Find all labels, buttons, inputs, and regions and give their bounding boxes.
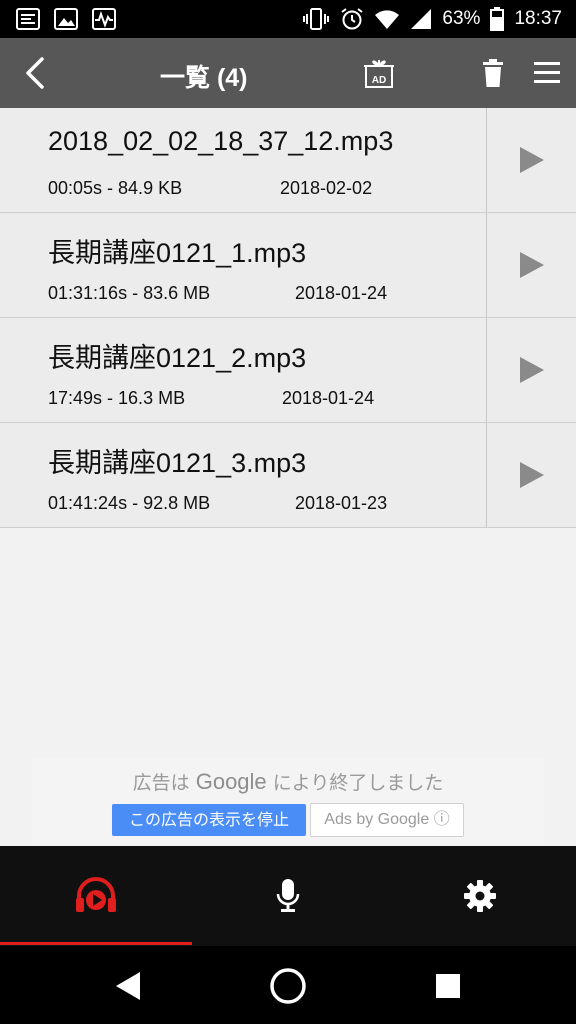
file-meta: 00:05s - 84.9 KB: [48, 178, 183, 198]
tab-settings[interactable]: [384, 846, 576, 946]
status-bar: 63% 18:37: [0, 0, 576, 38]
play-icon: [520, 147, 544, 173]
alarm-icon: [341, 8, 364, 30]
nav-recents-icon: [436, 974, 460, 998]
nav-back-icon: [116, 972, 140, 1000]
file-date: 2018-01-23: [295, 493, 388, 513]
play-button[interactable]: [488, 423, 576, 527]
tab-recorder[interactable]: [192, 846, 384, 946]
system-nav-bar: [0, 946, 576, 1024]
gear-icon: [464, 880, 496, 912]
play-icon: [520, 462, 544, 488]
list-item[interactable]: 長期講座0121_3.mp3 01:41:24s - 92.8 MB 2018-…: [0, 423, 576, 528]
file-name: 長期講座0121_3.mp3: [48, 448, 307, 478]
nav-back-button[interactable]: [106, 964, 150, 1008]
list-item-info[interactable]: 長期講座0121_2.mp3 17:49s - 16.3 MB 2018-01-…: [0, 318, 487, 422]
vibrate-icon: [303, 8, 330, 30]
gift-ad-icon[interactable]: AD: [362, 56, 396, 90]
active-tab-indicator: [0, 942, 192, 945]
trash-icon[interactable]: [480, 58, 506, 88]
list-item[interactable]: 2018_02_02_18_37_12.mp3 00:05s - 84.9 KB…: [0, 108, 576, 213]
activity-icon: [92, 8, 116, 30]
list-item-info[interactable]: 2018_02_02_18_37_12.mp3 00:05s - 84.9 KB…: [0, 108, 487, 212]
battery-percent: 63%: [442, 8, 481, 29]
file-name: 長期講座0121_1.mp3: [48, 238, 307, 268]
ad-closed-message: 広告は Google により終了しました: [32, 768, 544, 795]
play-icon: [520, 252, 544, 278]
file-date: 2018-01-24: [295, 283, 388, 303]
list-item[interactable]: 長期講座0121_1.mp3 01:31:16s - 83.6 MB 2018-…: [0, 213, 576, 318]
ad-banner: 広告は Google により終了しました この広告の表示を停止 Ads by G…: [32, 758, 544, 846]
ad-label: AD: [372, 75, 386, 86]
ad-suffix: により終了しました: [272, 772, 444, 794]
ads-by-google-button[interactable]: Ads by Google ⓘ: [310, 803, 464, 837]
file-meta: 17:49s - 16.3 MB: [48, 388, 186, 408]
google-logo-text: Google: [195, 769, 267, 794]
battery-icon: [490, 7, 505, 31]
image-icon: [54, 8, 78, 30]
bottom-tab-bar: [0, 846, 576, 946]
list-item[interactable]: 長期講座0121_2.mp3 17:49s - 16.3 MB 2018-01-…: [0, 318, 576, 423]
list-item-info[interactable]: 長期講座0121_3.mp3 01:41:24s - 92.8 MB 2018-…: [0, 423, 487, 527]
play-button[interactable]: [488, 213, 576, 317]
nav-recents-button[interactable]: [426, 964, 470, 1008]
file-date: 2018-01-24: [282, 388, 375, 408]
play-button[interactable]: [488, 108, 576, 212]
menu-icon[interactable]: [533, 60, 561, 86]
microphone-icon: [276, 879, 300, 912]
wifi-icon: [375, 10, 400, 29]
recording-list: 2018_02_02_18_37_12.mp3 00:05s - 84.9 KB…: [0, 108, 576, 528]
page-title: 一覧 (4): [160, 64, 248, 92]
play-button[interactable]: [488, 318, 576, 422]
list-item-info[interactable]: 長期講座0121_1.mp3 01:31:16s - 83.6 MB 2018-…: [0, 213, 487, 317]
app-bar: 一覧 (4) AD: [0, 38, 576, 108]
headphones-play-icon: [76, 877, 116, 912]
play-icon: [520, 357, 544, 383]
tab-player[interactable]: [0, 846, 192, 946]
ad-prefix: 広告は: [132, 772, 190, 794]
stop-ad-button[interactable]: この広告の表示を停止: [112, 804, 306, 836]
clock: 18:37: [514, 8, 562, 29]
signal-icon: [411, 9, 432, 29]
notification-list-icon: [16, 8, 40, 30]
nav-home-icon: [270, 968, 306, 1004]
file-meta: 01:41:24s - 92.8 MB: [48, 493, 211, 513]
file-meta: 01:31:16s - 83.6 MB: [48, 283, 211, 303]
back-icon[interactable]: [20, 56, 54, 90]
file-name: 2018_02_02_18_37_12.mp3: [48, 126, 394, 156]
file-date: 2018-02-02: [280, 178, 373, 198]
file-name: 長期講座0121_2.mp3: [48, 343, 307, 373]
nav-home-button[interactable]: [266, 964, 310, 1008]
